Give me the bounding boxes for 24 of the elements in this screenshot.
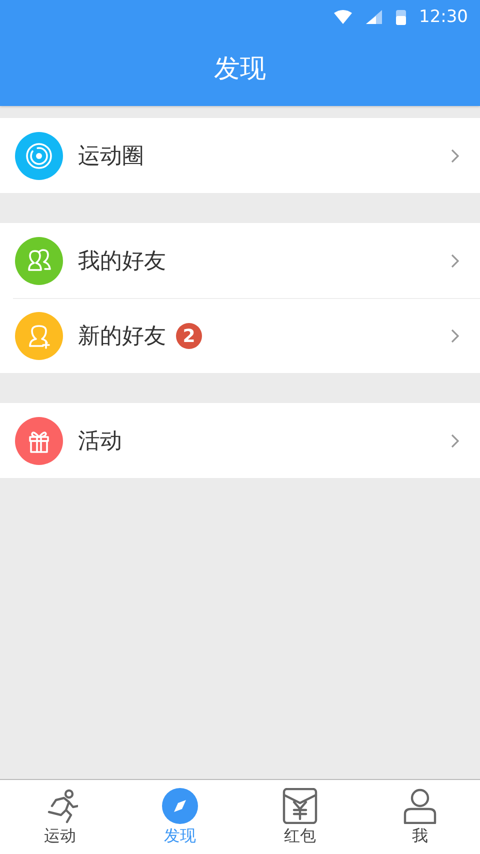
nav-tab[interactable]: 我: [360, 780, 480, 854]
list-item[interactable]: 我的好友: [0, 223, 480, 298]
chevron-icon: [450, 252, 460, 268]
item-label: 我的好友: [78, 248, 166, 276]
chevron-icon: [450, 432, 460, 448]
page-title: 发现: [213, 52, 267, 86]
count-badge: 2: [176, 323, 202, 349]
list-item[interactable]: 新的好友 2: [13, 298, 480, 373]
item-label: 运动圈: [78, 142, 144, 170]
person-icon: [402, 788, 438, 824]
item-label: 新的好友: [78, 323, 166, 351]
compass-icon: [162, 788, 198, 824]
nav-tab[interactable]: 红包: [240, 780, 360, 854]
nav-tab[interactable]: 运动: [0, 780, 120, 854]
item-label: 活动: [78, 428, 122, 456]
signal-icon: [365, 9, 383, 25]
wifi-icon: [333, 9, 353, 25]
list-item[interactable]: 活动: [0, 403, 480, 478]
list-item[interactable]: 运动圈: [0, 118, 480, 193]
envelope-icon: [282, 788, 318, 824]
status-time: 12:30: [419, 7, 468, 27]
chevron-icon: [450, 328, 460, 344]
battery-icon: [395, 8, 407, 26]
chevron-icon: [450, 148, 460, 164]
